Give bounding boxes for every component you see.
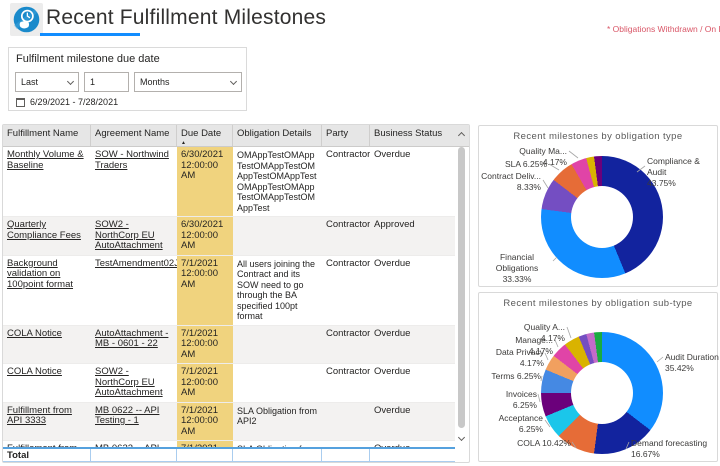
table-row[interactable]: Background validation on 100point format… <box>3 256 455 326</box>
obligation-details-cell: SLA Obligation from API2 <box>233 403 322 441</box>
obligation-details-cell: All users joining the Contract and its S… <box>233 256 322 325</box>
table-row[interactable]: Monthly Volume & BaselineSOW - Northwind… <box>3 147 455 217</box>
obligation-details-cell: OMAppTestOMAppTestOMAppTestOMAppTestOMAp… <box>233 147 322 216</box>
total-cell <box>91 449 177 461</box>
total-cell <box>233 449 322 461</box>
title-underline <box>40 33 140 36</box>
due-date-cell: 7/1/2021 12:00:00 AM <box>177 256 233 325</box>
scroll-up-icon[interactable] <box>458 132 465 139</box>
slice-label-acceptance: Acceptance6.25% <box>487 413 543 435</box>
column-header-due-date[interactable]: Due Date▲ <box>177 125 233 146</box>
obligation-details-cell <box>233 326 322 364</box>
column-header-fulfillment-name[interactable]: Fulfillment Name <box>3 125 91 146</box>
slice-label-quality-a-: Quality A... 4.17% <box>499 322 565 344</box>
fulfillment-link[interactable]: Quarterly Compliance Fees <box>3 217 91 255</box>
slice-label-compliance-audit: Compliance & Audit43.75% <box>647 156 717 189</box>
table-row[interactable]: COLA NoticeSOW2 - NorthCorp EU AutoAttac… <box>3 364 455 403</box>
donut-hole <box>571 362 633 424</box>
business-status-cell: Approved <box>370 217 455 255</box>
fulfillment-link[interactable]: Monthly Volume & Baseline <box>3 147 91 216</box>
party-cell: Contractor <box>322 326 370 364</box>
column-header-business-status[interactable]: Business Status <box>370 125 455 146</box>
table-total-row: Total <box>3 447 455 462</box>
filter-unit-dropdown[interactable]: Months <box>134 72 242 92</box>
obligation-subtype-chart-card: Recent milestones by obligation sub-type… <box>478 292 718 462</box>
scrollbar-thumb[interactable] <box>458 147 465 428</box>
agreement-link[interactable]: SOW2 - NorthCorp EU AutoAttachment <box>91 217 177 255</box>
column-header-agreement-name[interactable]: Agreement Name <box>91 125 177 146</box>
chevron-down-icon <box>67 77 74 84</box>
slice-label-cola: COLA 10.42% <box>513 438 571 449</box>
slice-label-contract-deliv-: Contract Deliv...8.33% <box>479 171 541 193</box>
slice-label-quality-ma-: Quality Ma... 4.17% <box>497 146 567 168</box>
donut-hole <box>571 186 633 248</box>
sort-ascending-icon: ▲ <box>181 141 186 146</box>
chart-title: Recent milestones by obligation type <box>479 131 717 142</box>
date-filter-card: Fulfilment milestone due date Last Month… <box>8 47 247 111</box>
milestones-icon <box>10 3 43 36</box>
party-cell: Contractor <box>322 217 370 255</box>
business-status-cell: Overdue <box>370 256 455 325</box>
agreement-link[interactable]: AutoAttachment - MB - 0601 - 22 <box>91 326 177 364</box>
total-cell <box>370 449 455 461</box>
chart-title: Recent milestones by obligation sub-type <box>479 298 717 309</box>
total-cell <box>177 449 233 461</box>
milestones-table: Fulfillment NameAgreement NameDue Date▲O… <box>2 124 470 463</box>
obligations-note: * Obligations Withdrawn / On Hold <box>607 24 720 34</box>
business-status-cell: Overdue <box>370 147 455 216</box>
filter-label: Fulfilment milestone due date <box>16 53 160 65</box>
table-header-row: Fulfillment NameAgreement NameDue Date▲O… <box>3 125 469 147</box>
total-cell <box>322 449 370 461</box>
due-date-cell: 6/30/2021 12:00:00 AM <box>177 217 233 255</box>
slice-label-invoices: Invoices6.25% <box>491 389 537 411</box>
slice-label-audit-duration: Audit Duration35.42% <box>665 352 720 374</box>
calendar-icon <box>16 98 25 107</box>
due-date-cell: 6/30/2021 12:00:00 AM <box>177 147 233 216</box>
slice-label-financial-obligations: Financial Obligations33.33% <box>479 252 555 285</box>
obligation-type-chart-card: Recent milestones by obligation type Com… <box>478 125 718 287</box>
chevron-down-icon <box>230 77 237 84</box>
column-header-obligation-details[interactable]: Obligation Details <box>233 125 322 146</box>
table-row[interactable]: COLA NoticeAutoAttachment - MB - 0601 - … <box>3 326 455 365</box>
column-header-party[interactable]: Party <box>322 125 370 146</box>
due-date-cell: 7/1/2021 12:00:00 AM <box>177 403 233 441</box>
filter-unit-value: Months <box>140 77 170 87</box>
filter-operator-value: Last <box>21 77 38 87</box>
agreement-link[interactable]: MB 0622 -- API Testing - 1 <box>91 403 177 441</box>
fulfillment-link[interactable]: Background validation on 100point format <box>3 256 91 325</box>
donut-ring[interactable] <box>541 332 663 454</box>
total-label: Total <box>3 449 91 461</box>
donut-ring[interactable] <box>541 156 663 278</box>
party-cell: Contractor <box>322 256 370 325</box>
agreement-link[interactable]: SOW - Northwind Traders <box>91 147 177 216</box>
due-date-cell: 7/1/2021 12:00:00 AM <box>177 364 233 402</box>
obligation-details-cell <box>233 217 322 255</box>
milestone-clock-icon <box>12 5 41 34</box>
fulfillment-link[interactable]: COLA Notice <box>3 364 91 402</box>
slice-label-demand-forecasting: Demand forecasting16.67% <box>631 438 715 460</box>
agreement-link[interactable]: SOW2 - NorthCorp EU AutoAttachment <box>91 364 177 402</box>
filter-value-field[interactable] <box>84 72 129 92</box>
party-cell: Contractor <box>322 364 370 402</box>
table-row[interactable]: Fulfillment from API 3333MB 0622 -- API … <box>3 403 455 442</box>
agreement-link[interactable]: TestAmendment02Jun <box>91 256 177 325</box>
business-status-cell: Overdue <box>370 364 455 402</box>
fulfillment-link[interactable]: COLA Notice <box>3 326 91 364</box>
party-cell: Contractor <box>322 147 370 216</box>
slice-label-terms: Terms 6.25% <box>483 371 541 382</box>
filter-operator-dropdown[interactable]: Last <box>15 72 79 92</box>
business-status-cell: Overdue <box>370 326 455 364</box>
obligation-details-cell <box>233 364 322 402</box>
page-title: Recent Fulfillment Milestones <box>46 6 326 30</box>
party-cell <box>322 403 370 441</box>
scroll-down-icon[interactable] <box>458 434 465 441</box>
table-scrollbar[interactable] <box>456 127 467 446</box>
filter-value-input[interactable] <box>90 77 123 87</box>
fulfillment-link[interactable]: Fulfillment from API 3333 <box>3 403 91 441</box>
filter-date-range: 6/29/2021 - 7/28/2021 <box>30 97 118 107</box>
table-body: Monthly Volume & BaselineSOW - Northwind… <box>3 147 455 447</box>
business-status-cell: Overdue <box>370 403 455 441</box>
due-date-cell: 7/1/2021 12:00:00 AM <box>177 326 233 364</box>
table-row[interactable]: Quarterly Compliance FeesSOW2 - NorthCor… <box>3 217 455 256</box>
